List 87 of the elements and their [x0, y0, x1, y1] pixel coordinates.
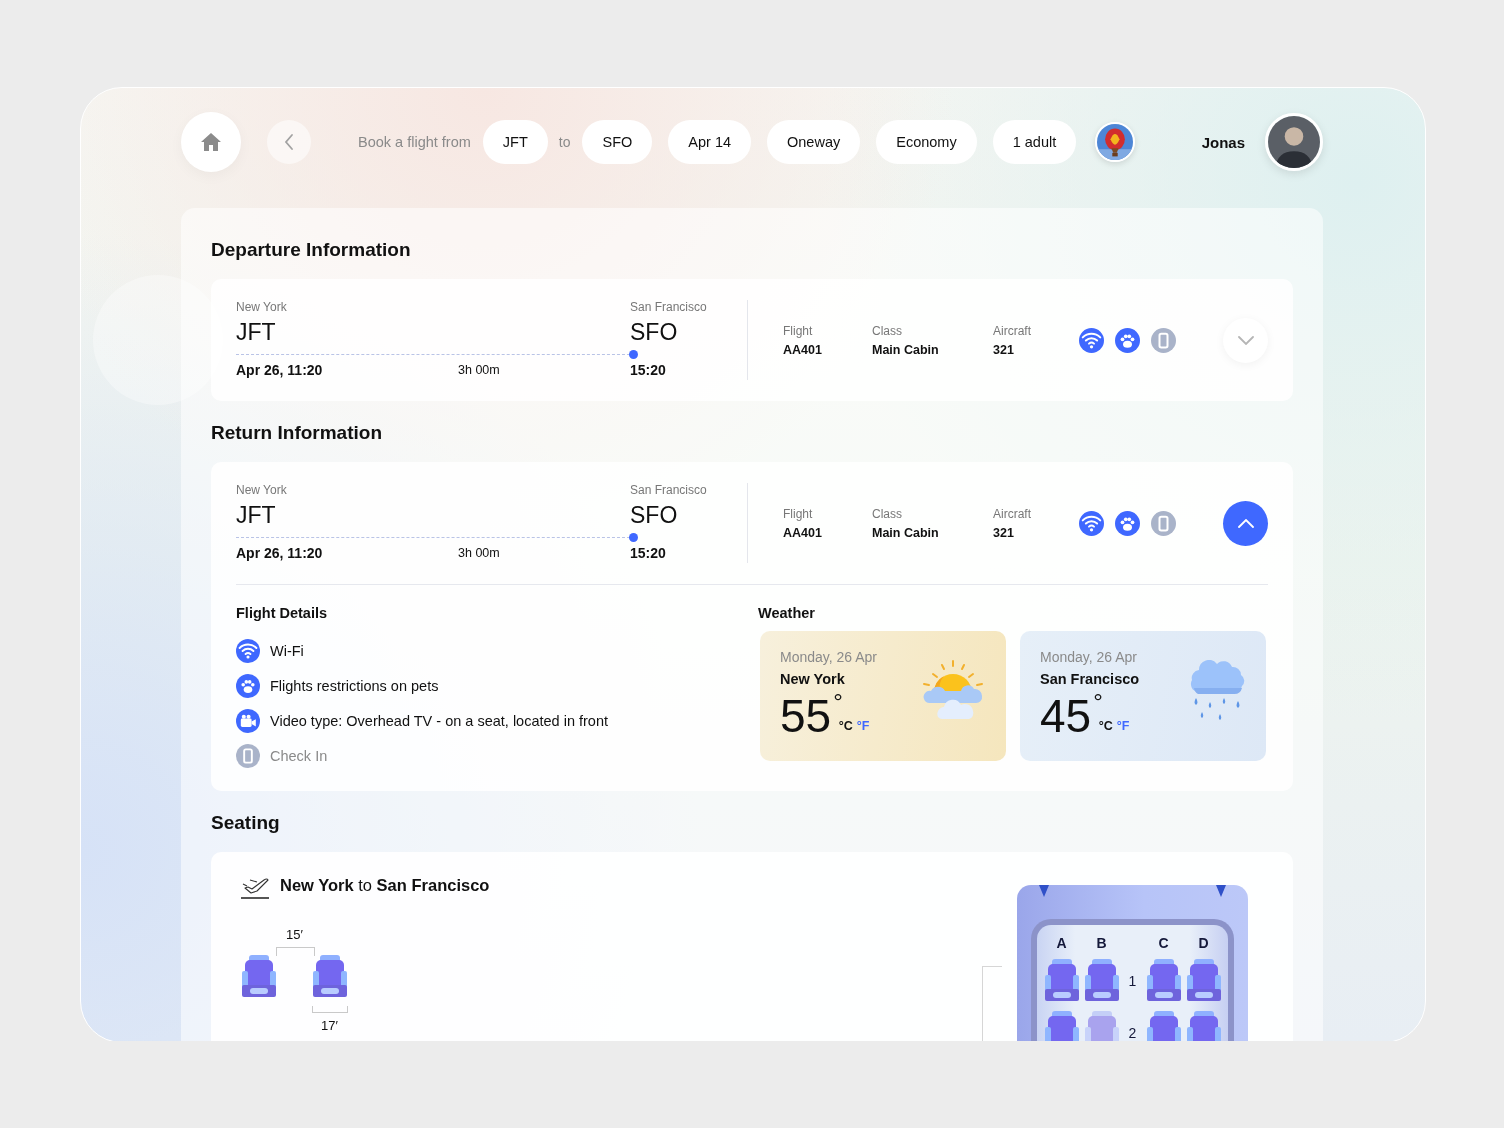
- weather-city: New York: [780, 671, 846, 689]
- route-dot: [629, 349, 638, 359]
- home-icon: [200, 132, 222, 152]
- filter-pill[interactable]: Economy: [876, 120, 977, 164]
- unit-toggle[interactable]: °C: [838, 719, 853, 733]
- field-value: Main Cabin: [872, 525, 940, 540]
- chevron-up-icon: [1237, 518, 1254, 528]
- amenity-text: Flights restrictions on pets: [270, 677, 439, 694]
- field-value: 321: [993, 525, 1015, 540]
- filter-pill[interactable]: Oneway: [767, 120, 861, 164]
- weather-date: Monday, 26 Apr: [1040, 649, 1139, 667]
- seat-column-letter: C: [1157, 935, 1170, 951]
- seat-column-letter: A: [1055, 935, 1068, 951]
- field-label: Aircraft: [993, 506, 1032, 521]
- filter-pill[interactable]: SFO: [582, 120, 653, 164]
- triangle-marker: [1039, 885, 1049, 897]
- field-value: AA401: [783, 342, 823, 357]
- field-label: Flight: [783, 506, 814, 521]
- triangle-marker: [1216, 885, 1226, 897]
- airport-code: JFT: [236, 501, 277, 530]
- route-dot: [629, 532, 638, 542]
- amenity-text: Wi-Fi: [270, 642, 304, 659]
- expand-button[interactable]: [1223, 500, 1268, 546]
- field-value: Main Cabin: [872, 342, 940, 357]
- booking-prompt: Book a flight from: [358, 134, 471, 150]
- arrival-time: 15:20: [630, 544, 666, 563]
- temperature: 45: [1040, 689, 1092, 743]
- chevron-down-icon: [1237, 335, 1254, 345]
- city-name: New York: [236, 483, 288, 499]
- seat-icon[interactable]: [1083, 959, 1120, 1003]
- dimension-bracket: [312, 1006, 348, 1013]
- city-name: San Francisco: [630, 483, 708, 499]
- seat-icon[interactable]: [1043, 959, 1080, 1003]
- seat-icon[interactable]: [1185, 959, 1222, 1003]
- user-name: Jonas: [1201, 133, 1245, 151]
- airport-code: JFT: [236, 318, 277, 347]
- amenity-text: Video type: Overhead TV - on a seat, located in front: [270, 712, 608, 729]
- seat-icon[interactable]: [1043, 1011, 1080, 1041]
- filter-pill[interactable]: 1 adult: [992, 120, 1077, 164]
- seat-column-letter: B: [1095, 935, 1108, 951]
- section-title: Return Information: [211, 421, 383, 445]
- section-title: Seating: [211, 811, 281, 835]
- seat-width-label: 17′: [321, 1018, 338, 1033]
- seat-row-number: 1: [1127, 973, 1138, 989]
- unit-toggle[interactable]: °F: [856, 719, 870, 733]
- filter-pill[interactable]: JFT: [482, 120, 548, 164]
- degree-sign: °: [1093, 689, 1103, 715]
- field-value: 321: [993, 342, 1015, 357]
- field-label: Class: [872, 506, 903, 521]
- flight-duration: 3h 00m: [458, 362, 500, 379]
- seat-column-letter: D: [1197, 935, 1210, 951]
- seat-icon[interactable]: [241, 955, 277, 999]
- flight-duration: 3h 00m: [458, 545, 500, 562]
- temperature: 55: [780, 689, 832, 743]
- rain-cloud-icon: [1188, 660, 1246, 722]
- chevron-left-icon: [284, 133, 294, 151]
- section-heading: Weather: [758, 605, 816, 623]
- departure-time: Apr 26, 11:20: [236, 544, 324, 563]
- airport-code: SFO: [630, 501, 679, 530]
- city-name: New York: [236, 300, 288, 316]
- seat-icon[interactable]: [1145, 959, 1182, 1003]
- field-label: Flight: [783, 323, 814, 338]
- seat-icon[interactable]: [1145, 1011, 1182, 1041]
- route-title: New York to San Francisco: [280, 876, 490, 895]
- connector-text: to: [558, 134, 571, 150]
- unit-toggle[interactable]: °C: [1098, 719, 1113, 733]
- filter-pill[interactable]: Apr 14: [668, 120, 752, 164]
- city-name: San Francisco: [630, 300, 708, 316]
- amenity-text: Check In: [270, 747, 328, 764]
- field-value: AA401: [783, 525, 823, 540]
- seat-row-number: 2: [1127, 1025, 1138, 1041]
- seat-icon[interactable]: [312, 955, 348, 999]
- field-label: Class: [872, 323, 903, 338]
- arrival-time: 15:20: [630, 361, 666, 380]
- seat-pitch-label: 15′: [286, 927, 303, 942]
- airport-code: SFO: [630, 318, 679, 347]
- departure-time: Apr 26, 11:20: [236, 361, 324, 380]
- section-title: Departure Information: [211, 238, 412, 262]
- field-label: Aircraft: [993, 323, 1032, 338]
- weather-date: Monday, 26 Apr: [780, 649, 878, 667]
- degree-sign: °: [833, 689, 843, 715]
- avatar[interactable]: [1265, 113, 1323, 171]
- unit-toggle[interactable]: °F: [1116, 719, 1130, 733]
- section-heading: Flight Details: [236, 605, 329, 623]
- dimension-bracket: [276, 947, 315, 956]
- seat-icon[interactable]: [1185, 1011, 1222, 1041]
- weather-city: San Francisco: [1040, 671, 1140, 689]
